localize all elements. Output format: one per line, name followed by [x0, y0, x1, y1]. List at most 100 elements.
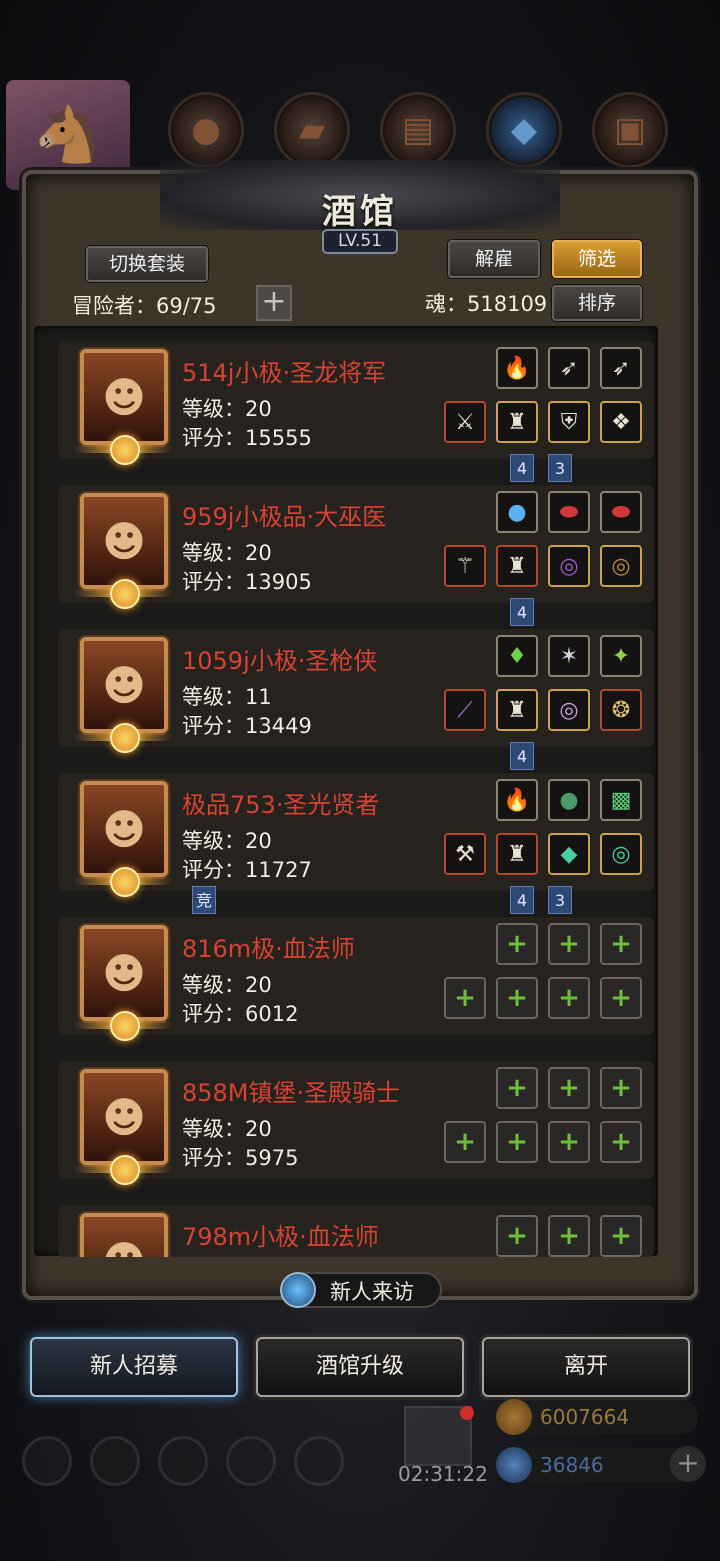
- new-visitor-label: 新人来访: [330, 1280, 414, 1304]
- rank-medal-icon: [110, 1011, 140, 1041]
- bow-icon[interactable]: ➶: [600, 347, 642, 389]
- rank-icon[interactable]: [158, 1436, 208, 1486]
- gem-icon[interactable]: ◆: [548, 833, 590, 875]
- filter-button[interactable]: 筛选: [552, 240, 642, 278]
- guild-icon[interactable]: [294, 1436, 344, 1486]
- empty-slot-plus-icon[interactable]: +: [496, 1215, 538, 1257]
- hero-portrait: ☻: [80, 637, 168, 733]
- hero-portrait: ☻: [80, 1069, 168, 1165]
- hero-level: 等级：20: [182, 973, 272, 997]
- potion-icon[interactable]: ♦: [496, 635, 538, 677]
- hero-name: 514j小极·圣龙将军: [182, 359, 387, 387]
- orb-icon[interactable]: ●: [548, 779, 590, 821]
- hero-row[interactable]: ☻ 1059j小极·圣枪侠 等级：11 评分：13449 ♦ ✶ ✦ ⟋ ♜ ◎…: [58, 629, 654, 753]
- hero-score: 评分：13905: [182, 570, 312, 594]
- amulet-icon[interactable]: ❖: [600, 401, 642, 443]
- resource-iron-icon[interactable]: ▣: [592, 92, 668, 168]
- empty-slot-plus-icon[interactable]: +: [600, 1215, 642, 1257]
- spear-icon[interactable]: ⟋: [444, 689, 486, 731]
- rank-medal-icon: [110, 867, 140, 897]
- hero-name: 858M镇堡·圣殿骑士: [182, 1079, 401, 1107]
- hero-score: 评分：13449: [182, 714, 312, 738]
- gem-amount: 36846: [540, 1453, 604, 1477]
- empty-slot-plus-icon[interactable]: +: [444, 1121, 486, 1163]
- recruit-button[interactable]: 新人招募: [30, 1337, 238, 1397]
- hero-row[interactable]: ☻ 514j小极·圣龙将军 等级：20 评分：15555 🔥 ➶ ➶ ⚔ ♜ ⛨…: [58, 341, 654, 465]
- rank-medal-icon: [110, 1155, 140, 1185]
- socket-tag: 4: [510, 598, 534, 626]
- socket-tag: 4: [510, 886, 534, 914]
- resource-meat-icon[interactable]: ●: [168, 92, 244, 168]
- hero-portrait: ☻: [80, 925, 168, 1021]
- hero-name: 1059j小极·圣枪侠: [182, 647, 378, 675]
- armor-icon[interactable]: ♜: [496, 689, 538, 731]
- armor-icon[interactable]: ♜: [496, 401, 538, 443]
- switch-set-button[interactable]: 切换套装: [86, 246, 208, 282]
- settings-icon[interactable]: [22, 1436, 72, 1486]
- empty-slot-plus-icon[interactable]: +: [600, 1067, 642, 1109]
- empty-slot-plus-icon[interactable]: +: [548, 1215, 590, 1257]
- fire-icon[interactable]: 🔥: [496, 347, 538, 389]
- hero-row[interactable]: ☻ 858M镇堡·圣殿骑士 等级：20 评分：5975 + + + + + + …: [58, 1061, 654, 1185]
- resource-stone-icon[interactable]: ▤: [380, 92, 456, 168]
- amulet-icon[interactable]: ❂: [600, 689, 642, 731]
- hero-score: 评分：6012: [182, 1002, 299, 1026]
- lantern-icon[interactable]: ✦: [600, 635, 642, 677]
- plus-icon[interactable]: +: [256, 285, 292, 321]
- fire-icon[interactable]: 🔥: [496, 779, 538, 821]
- emblem-icon[interactable]: ✶: [548, 635, 590, 677]
- bracelet-icon[interactable]: ◎: [600, 833, 642, 875]
- ring-icon[interactable]: ◎: [548, 689, 590, 731]
- resource-wood-icon[interactable]: ▰: [274, 92, 350, 168]
- empty-slot-plus-icon[interactable]: +: [548, 977, 590, 1019]
- leave-button[interactable]: 离开: [482, 1337, 690, 1397]
- hero-level: 等级：20: [182, 1117, 272, 1141]
- hero-row[interactable]: ☻ 816m极·血法师 等级：20 评分：6012 + + + + + + +: [58, 917, 654, 1041]
- empty-slot-plus-icon[interactable]: +: [496, 923, 538, 965]
- mail-icon[interactable]: [226, 1436, 276, 1486]
- hero-level: 等级：20: [182, 829, 272, 853]
- armor-icon[interactable]: ♜: [496, 833, 538, 875]
- hero-name: 798m小极·血法师: [182, 1223, 379, 1251]
- ruby-icon[interactable]: ⬬: [548, 491, 590, 533]
- empty-slot-plus-icon[interactable]: +: [600, 923, 642, 965]
- empty-slot-plus-icon[interactable]: +: [496, 1121, 538, 1163]
- hero-name: 959j小极品·大巫医: [182, 503, 387, 531]
- hero-name: 816m极·血法师: [182, 935, 355, 963]
- sort-button[interactable]: 排序: [552, 285, 642, 321]
- empty-slot-plus-icon[interactable]: +: [496, 1067, 538, 1109]
- hero-row[interactable]: ☻ 959j小极品·大巫医 等级：20 评分：13905 ● ⬬ ⬬ ⚚ ♜ ◎…: [58, 485, 654, 609]
- bracelet-icon[interactable]: ◎: [600, 545, 642, 587]
- hero-level: 等级：20: [182, 397, 272, 421]
- hero-portrait: ☻: [80, 781, 168, 877]
- ruby-icon[interactable]: ⬬: [600, 491, 642, 533]
- quest-icon[interactable]: [90, 1436, 140, 1486]
- ring-icon[interactable]: ◎: [548, 545, 590, 587]
- hero-name: 极品753·圣光贤者: [182, 791, 380, 819]
- empty-slot-plus-icon[interactable]: +: [600, 977, 642, 1019]
- empty-slot-plus-icon[interactable]: +: [600, 1121, 642, 1163]
- add-currency-icon[interactable]: +: [670, 1446, 706, 1482]
- empty-slot-plus-icon[interactable]: +: [496, 977, 538, 1019]
- shield-icon[interactable]: ⛨: [548, 401, 590, 443]
- empty-slot-plus-icon[interactable]: +: [548, 1067, 590, 1109]
- upgrade-tavern-button[interactable]: 酒馆升级: [256, 1337, 464, 1397]
- gift-timer: 02:31:22: [398, 1462, 488, 1486]
- hero-score: 评分：15555: [182, 426, 312, 450]
- axe-icon[interactable]: ⚒: [444, 833, 486, 875]
- orb-icon[interactable]: ●: [496, 491, 538, 533]
- sword-icon[interactable]: ⚔: [444, 401, 486, 443]
- empty-slot-plus-icon[interactable]: +: [548, 923, 590, 965]
- rune-icon[interactable]: ▩: [600, 779, 642, 821]
- armor-icon[interactable]: ♜: [496, 545, 538, 587]
- tavern-level-badge: LV.51: [322, 229, 398, 254]
- gold-icon: [496, 1399, 532, 1435]
- dismiss-button[interactable]: 解雇: [448, 240, 540, 278]
- resource-crystal-icon[interactable]: ◆: [486, 92, 562, 168]
- empty-slot-plus-icon[interactable]: +: [548, 1121, 590, 1163]
- hero-row[interactable]: ☻ 798m小极·血法师 + + +: [58, 1205, 654, 1257]
- empty-slot-plus-icon[interactable]: +: [444, 977, 486, 1019]
- staff-icon[interactable]: ⚚: [444, 545, 486, 587]
- hero-row[interactable]: ☻ 极品753·圣光贤者 等级：20 评分：11727 🔥 ● ▩ ⚒ ♜ ◆ …: [58, 773, 654, 897]
- bow-icon[interactable]: ➶: [548, 347, 590, 389]
